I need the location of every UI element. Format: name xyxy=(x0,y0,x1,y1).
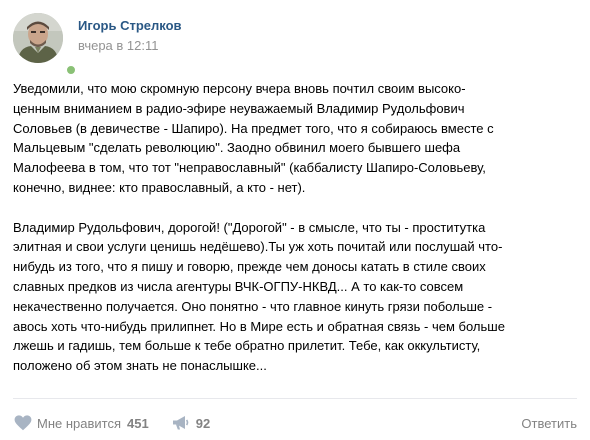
post-actions: Мне нравится 451 92 Ответить xyxy=(13,413,577,433)
post-paragraph-1: Уведомили, что мою скромную персону вчер… xyxy=(13,81,494,195)
like-button[interactable]: Мне нравится 451 xyxy=(13,413,149,433)
avatar-photo xyxy=(13,13,63,63)
author-block: Игорь Стрелков вчера в 12:11 xyxy=(78,18,182,54)
megaphone-icon xyxy=(171,413,191,433)
reply-link[interactable]: Ответить xyxy=(521,416,577,431)
post-divider xyxy=(13,398,577,399)
share-count: 92 xyxy=(195,415,211,431)
post-header: Игорь Стрелков вчера в 12:11 xyxy=(13,13,182,76)
post-paragraph-2: Владимир Рудольфович, дорогой! ("Дорогой… xyxy=(13,219,505,374)
wall-post: Игорь Стрелков вчера в 12:11 Уведомили, … xyxy=(0,0,590,440)
author-name[interactable]: Игорь Стрелков xyxy=(78,18,182,34)
heart-icon xyxy=(13,413,33,433)
post-date[interactable]: вчера в 12:11 xyxy=(78,38,182,54)
post-text: Уведомили, что мою скромную персону вчер… xyxy=(13,79,575,376)
online-indicator xyxy=(65,64,77,76)
like-label: Мне нравится xyxy=(37,415,122,431)
avatar[interactable] xyxy=(13,13,63,63)
like-count: 451 xyxy=(127,415,149,431)
share-button[interactable]: 92 xyxy=(171,413,210,433)
